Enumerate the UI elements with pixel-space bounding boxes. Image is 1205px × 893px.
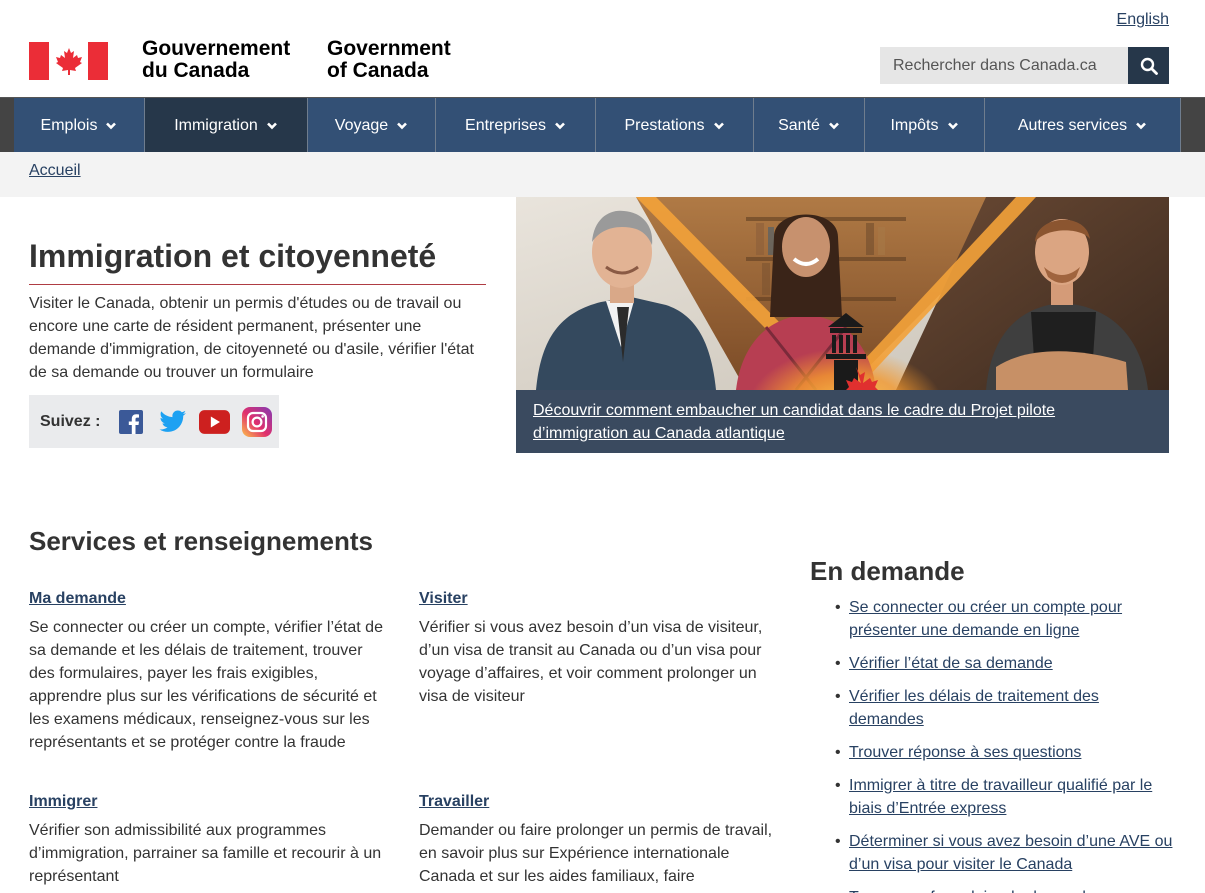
search-button[interactable] xyxy=(1128,47,1169,84)
list-item: Vérifier l’état de sa demande xyxy=(835,652,1175,675)
service-title: Visiter xyxy=(419,590,779,608)
service-description: Vérifier son admissibilité aux programme… xyxy=(29,822,382,885)
list-item: Déterminer si vous avez besoin d’une AVE… xyxy=(835,830,1175,876)
service-title: Travailler xyxy=(419,793,779,811)
nav-item-label: Autres services xyxy=(1017,116,1128,134)
signature-en-line2: of Canada xyxy=(327,59,429,82)
youtube-icon[interactable] xyxy=(199,406,231,437)
list-item: Trouver un formulaire de demande xyxy=(835,886,1175,893)
service-immigrate: Immigrer Vérifier son admissibilité aux … xyxy=(29,793,389,888)
title-underline xyxy=(29,284,486,285)
signature-fr-line1: Gouvernement xyxy=(142,37,291,60)
in-demand-link[interactable]: Déterminer si vous avez besoin d’une AVE… xyxy=(849,833,1172,873)
signature-en-line1: Government xyxy=(327,37,451,60)
chevron-down-icon xyxy=(713,122,724,129)
list-item: Immigrer à titre de travailleur qualifié… xyxy=(835,774,1175,820)
in-demand-link[interactable]: Trouver un formulaire de demande xyxy=(849,889,1095,893)
chevron-down-icon xyxy=(106,122,117,129)
nav-item-label: Santé xyxy=(778,116,820,134)
maple-leaf-icon xyxy=(49,42,88,80)
nav-item-label: Emplois xyxy=(40,116,98,134)
in-demand-link[interactable]: Trouver réponse à ses questions xyxy=(849,744,1081,761)
nav-item-immigration[interactable]: Immigration xyxy=(145,98,308,153)
feature-caption: Découvrir comment embaucher un candidat … xyxy=(516,390,1169,453)
feature-promo: Découvrir comment embaucher un candidat … xyxy=(516,197,1169,453)
in-demand-link[interactable]: Vérifier les délais de traitement des de… xyxy=(849,688,1099,728)
service-description: Vérifier si vous avez besoin d’un visa d… xyxy=(419,619,763,705)
chevron-down-icon xyxy=(266,122,277,129)
in-demand-link[interactable]: Immigrer à titre de travailleur qualifié… xyxy=(849,777,1152,817)
list-item: Trouver réponse à ses questions xyxy=(835,741,1175,764)
chevron-down-icon xyxy=(555,122,565,129)
signature-english: Government of Canada xyxy=(327,38,451,82)
nav-item-sant-[interactable]: Santé xyxy=(754,98,865,153)
search-box xyxy=(880,47,1169,84)
feature-photo xyxy=(516,197,1169,390)
service-visit: Visiter Vérifier si vous avez besoin d’u… xyxy=(419,590,779,708)
twitter-icon[interactable] xyxy=(157,406,188,437)
nav-item-entreprises[interactable]: Entreprises xyxy=(436,98,596,153)
language-toggle-link[interactable]: English xyxy=(1117,11,1169,29)
breadcrumb: Accueil xyxy=(0,152,1205,197)
service-description: Se connecter ou créer un compte, vérifie… xyxy=(29,619,383,751)
intro-description: Visiter le Canada, obtenir un permis d'é… xyxy=(29,295,474,381)
nav-item-label: Immigration xyxy=(174,116,258,134)
service-work: Travailler Demander ou faire prolonger u… xyxy=(419,793,779,888)
social-follow-bar: Suivez : xyxy=(29,395,279,448)
nav-item-label: Prestations xyxy=(624,116,705,134)
chevron-down-icon xyxy=(828,122,839,129)
service-title: Immigrer xyxy=(29,793,389,811)
signature-french: Gouvernement du Canada xyxy=(142,38,290,82)
flag-red-bar-left xyxy=(29,42,49,80)
service-link-visit[interactable]: Visiter xyxy=(419,590,468,607)
service-link-work[interactable]: Travailler xyxy=(419,793,489,810)
facebook-icon[interactable] xyxy=(115,406,146,437)
main-menu: Emplois Immigration Voyage Entreprises Prest… xyxy=(0,97,1205,153)
nav-item-autres-services[interactable]: Autres services xyxy=(985,98,1181,153)
service-title: Ma demande xyxy=(29,590,389,608)
nav-item-voyage[interactable]: Voyage xyxy=(308,98,436,153)
in-demand-link[interactable]: Se connecter ou créer un compte pour pré… xyxy=(849,599,1122,639)
nav-item-label: Entreprises xyxy=(465,116,546,134)
chevron-down-icon xyxy=(1136,122,1147,129)
nav-item-label: Impôts xyxy=(890,116,939,134)
canada-flag-logo[interactable] xyxy=(29,42,108,80)
in-demand-title: En demande xyxy=(810,556,965,586)
feature-link[interactable]: Découvrir comment embaucher un candidat … xyxy=(533,402,1055,442)
service-link-my-application[interactable]: Ma demande xyxy=(29,590,126,607)
chevron-down-icon xyxy=(397,122,408,129)
services-title: Services et renseignements xyxy=(29,526,373,556)
search-icon xyxy=(1140,57,1158,75)
service-link-immigrate[interactable]: Immigrer xyxy=(29,793,97,810)
nav-item-prestations[interactable]: Prestations xyxy=(596,98,754,153)
instagram-icon[interactable] xyxy=(241,406,272,437)
page-title: Immigration et citoyenneté xyxy=(29,238,437,274)
signature-fr-line2: du Canada xyxy=(142,59,250,82)
service-my-application: Ma demande Se connecter ou créer un comp… xyxy=(29,590,389,754)
site-header: English Gouvernement du Canada Governmen… xyxy=(0,0,1205,97)
nav-item-imp-ts[interactable]: Impôts xyxy=(865,98,985,153)
nav-item-label: Voyage xyxy=(334,116,389,134)
nav-item-emplois[interactable]: Emplois xyxy=(14,98,145,153)
follow-label: Suivez : xyxy=(40,412,101,430)
breadcrumb-home-link[interactable]: Accueil xyxy=(29,162,81,180)
in-demand-list: Se connecter ou créer un compte pour pré… xyxy=(835,596,1175,893)
search-input[interactable] xyxy=(880,47,1128,84)
list-item: Vérifier les délais de traitement des de… xyxy=(835,685,1175,731)
flag-red-bar-right xyxy=(88,42,108,80)
in-demand-link[interactable]: Vérifier l’état de sa demande xyxy=(849,655,1053,672)
chevron-down-icon xyxy=(947,122,958,129)
service-description: Demander ou faire prolonger un permis de… xyxy=(419,822,773,885)
main-menu-list: Emplois Immigration Voyage Entreprises Prest… xyxy=(14,98,1205,153)
list-item: Se connecter ou créer un compte pour pré… xyxy=(835,596,1175,642)
